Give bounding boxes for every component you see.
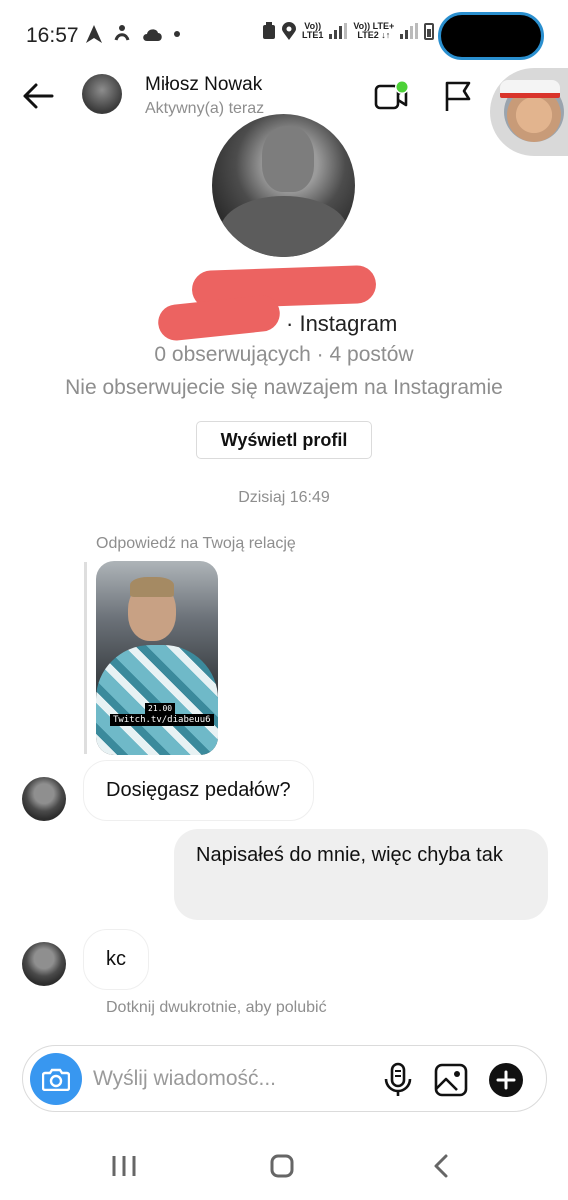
back-arrow-icon[interactable]	[18, 76, 58, 116]
double-tap-hint: Dotknij dwukrotnie, aby polubić	[106, 999, 327, 1016]
sim2-label: Vo)) LTE+ LTE2 ↓↑	[353, 22, 394, 40]
online-dot	[396, 81, 408, 93]
battery-icon	[424, 22, 435, 40]
floating-profile-bubble[interactable]	[490, 68, 568, 156]
video-call-icon[interactable]	[372, 78, 412, 114]
sender-avatar[interactable]	[22, 777, 66, 821]
status-time: 16:57	[26, 24, 79, 47]
cloud-icon	[143, 29, 162, 41]
message-text: kc	[106, 948, 126, 970]
message-text: Dosięgasz pedałów?	[106, 779, 291, 801]
signal-icon	[400, 23, 419, 39]
view-profile-button[interactable]: Wyświetl profil	[196, 421, 372, 459]
report-flag-icon[interactable]	[440, 78, 476, 114]
camera-button[interactable]	[30, 1053, 82, 1105]
accessibility-icon	[114, 25, 130, 41]
add-icon[interactable]	[488, 1062, 524, 1098]
sim2-bottom: LTE2 ↓↑	[357, 30, 391, 40]
message-bubble-outgoing[interactable]: Napisałeś do mnie, więc chyba tak	[174, 829, 548, 920]
story-reply-label: Odpowiedź na Twoją relację	[96, 535, 296, 552]
location-icon	[282, 22, 296, 40]
camera-icon	[42, 1068, 70, 1091]
profile-mutual-follow: Nie obserwujecie się nawzajem na Instagr…	[65, 376, 503, 399]
contact-name[interactable]: Miłosz Nowak	[145, 74, 262, 96]
gallery-icon[interactable]	[433, 1062, 469, 1098]
home-icon[interactable]	[268, 1154, 296, 1178]
message-composer	[22, 1045, 547, 1112]
system-back-icon[interactable]	[428, 1152, 456, 1180]
sim1-label: Vo)) LTE1	[302, 22, 323, 40]
navigation-icon	[86, 25, 102, 43]
sim1-bottom: LTE1	[302, 30, 324, 40]
story-caption-time: 21.00	[145, 703, 176, 714]
message-bubble-incoming[interactable]: Dosięgasz pedałów?	[83, 760, 314, 821]
recycle-icon	[263, 22, 275, 39]
message-text: Napisałeś do mnie, więc chyba tak	[196, 844, 503, 866]
story-reply-indicator	[84, 562, 87, 754]
date-separator: Dzisiaj 16:49	[238, 489, 330, 506]
story-caption-link: Twitch.tv/diabeuu6	[110, 714, 214, 726]
contact-status: Aktywny(a) teraz	[145, 100, 265, 117]
system-nav-bar	[0, 1130, 568, 1200]
recent-apps-icon[interactable]	[110, 1154, 138, 1178]
redaction-mark	[156, 293, 282, 343]
dot-icon	[174, 31, 180, 37]
profile-source: Instagram	[286, 311, 397, 337]
sender-avatar[interactable]	[22, 942, 66, 986]
bubble-hat	[500, 80, 560, 98]
status-bar: 16:57 Vo)) LTE1 Vo)) LTE+ LTE2 ↓↑	[0, 0, 568, 64]
message-bubble-incoming[interactable]: kc	[83, 929, 149, 990]
profile-stats: 0 obserwujących · 4 postów	[154, 343, 414, 366]
profile-avatar[interactable]	[212, 114, 355, 257]
story-thumbnail[interactable]: 21.00 Twitch.tv/diabeuu6	[96, 561, 218, 755]
status-icons-right: Vo)) LTE1 Vo)) LTE+ LTE2 ↓↑	[262, 22, 435, 40]
redacted-status-pill	[438, 12, 544, 60]
signal-icon	[329, 23, 348, 39]
status-icons-left	[86, 24, 180, 44]
message-input[interactable]	[93, 1064, 373, 1094]
microphone-icon[interactable]	[381, 1062, 415, 1098]
header-avatar[interactable]	[82, 74, 122, 114]
